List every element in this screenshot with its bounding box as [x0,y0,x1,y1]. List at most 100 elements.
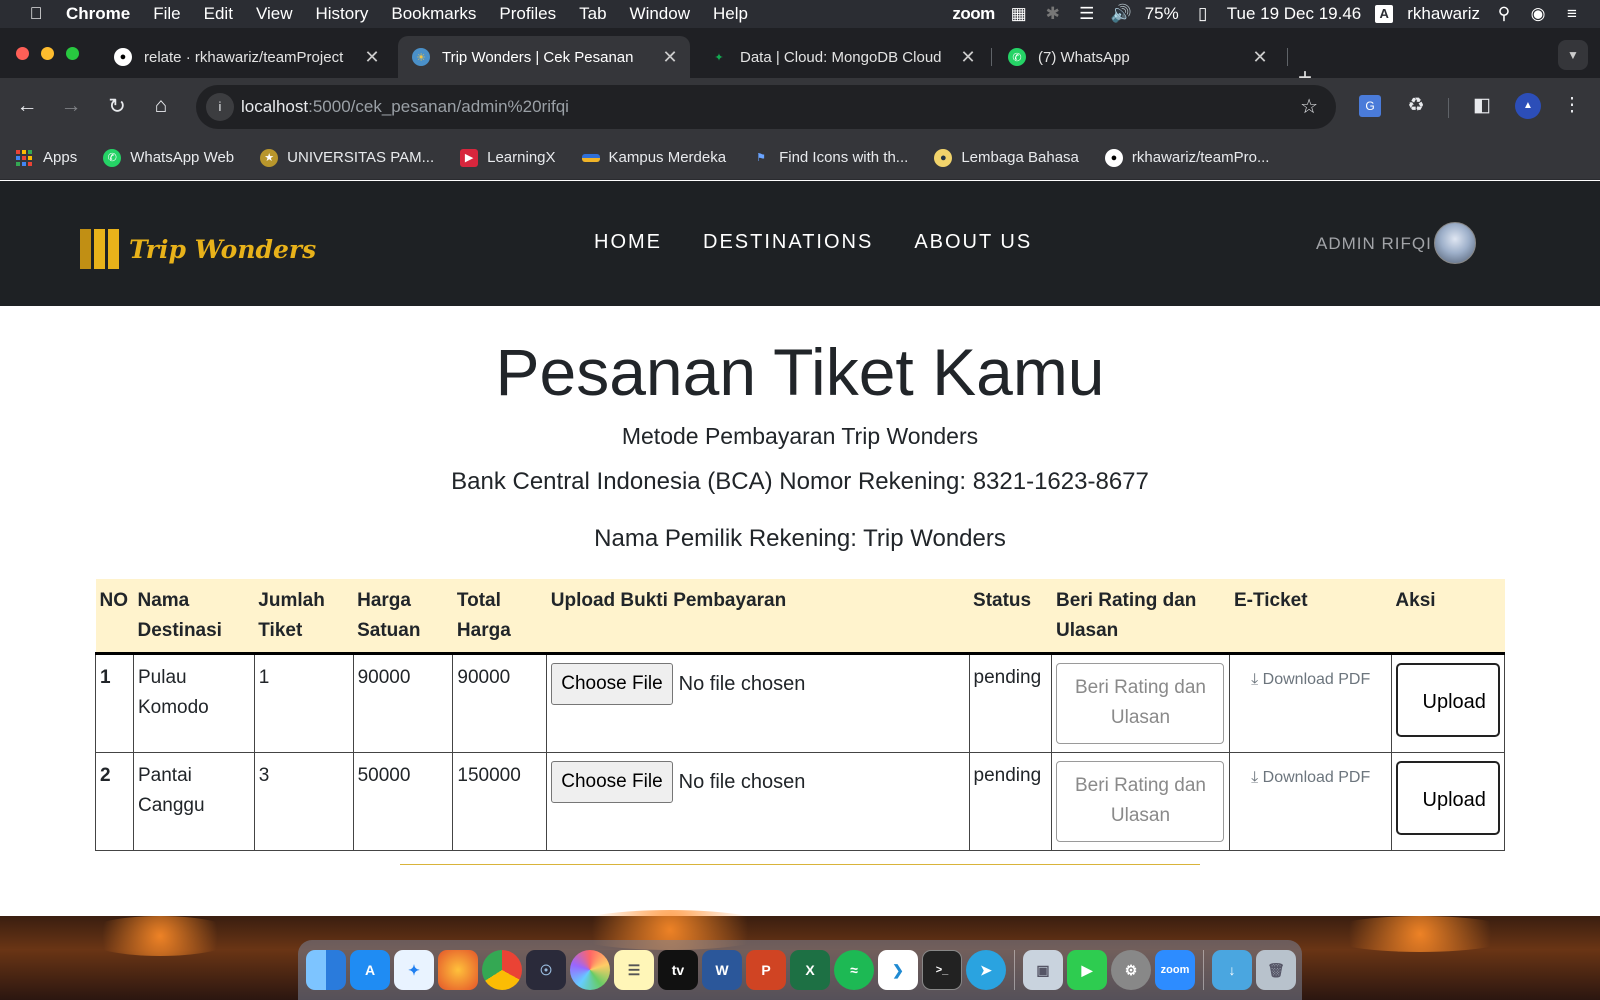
rating-button[interactable]: Beri Rating dan Ulasan [1056,663,1225,744]
menu-app-name[interactable]: Chrome [66,4,130,24]
upload-button[interactable]: Upload [1395,663,1500,737]
bookmark-learningx[interactable]: ▶ LearningX [460,148,556,167]
download-pdf-link[interactable]: ⤓ Download PDF [1234,663,1386,693]
tab-github-relate[interactable]: ● relate · rkhawariz/teamProject ✕ [100,36,392,78]
menu-window[interactable]: Window [630,4,690,24]
bookmark-apps[interactable]: Apps [16,149,77,167]
forward-icon[interactable]: → [58,94,84,118]
nav-home-link[interactable]: HOME [594,231,662,254]
menu-tab[interactable]: Tab [579,4,606,24]
siri-icon[interactable]: ◉ [1528,4,1548,24]
zoom-app-icon[interactable]: zoom [1155,950,1195,990]
close-tab-icon[interactable]: ✕ [358,47,386,68]
minimize-window-button[interactable] [41,47,54,60]
app-store-icon[interactable]: A [350,950,390,990]
input-source-icon[interactable]: A [1375,5,1394,23]
bookmark-star-icon[interactable]: ☆ [1300,94,1318,119]
bluetooth-icon[interactable]: ✱ [1043,4,1063,24]
close-tab-icon[interactable]: ✕ [954,47,982,68]
wifi-icon[interactable]: ☰ [1077,4,1097,24]
col-eticket: E-Ticket [1229,579,1392,655]
side-panel-icon[interactable]: ◧ [1468,94,1496,117]
bookmark-kampus-merdeka[interactable]: Kampus Merdeka [581,149,726,166]
nav-destinations-link[interactable]: DESTINATIONS [703,231,873,254]
zoom-status[interactable]: zoom [952,4,995,24]
downloads-folder-icon[interactable]: ↓ [1212,950,1252,990]
download-label: Download PDF [1262,671,1371,688]
back-icon[interactable]: ← [14,94,40,118]
address-bar[interactable]: i localhost:5000/cek_pesanan/admin%20rif… [196,85,1336,129]
rating-button[interactable]: Beri Rating dan Ulasan [1056,761,1225,842]
bookmark-lembaga-bahasa[interactable]: ● Lembaga Bahasa [934,148,1079,167]
upload-button[interactable]: Upload [1395,761,1500,835]
trash-icon[interactable]: 🗑 [1256,950,1296,990]
cell-rating: Beri Rating dan Ulasan [1051,653,1231,753]
telegram-icon[interactable]: ➤ [966,950,1006,990]
spotify-icon[interactable]: ≈ [834,950,874,990]
chrome-icon[interactable] [482,950,522,990]
close-window-button[interactable] [16,47,29,60]
photos-icon[interactable] [570,950,610,990]
col-status: Status [969,579,1052,655]
translate-icon[interactable]: G [1356,94,1384,117]
reload-icon[interactable]: ↻ [104,94,130,119]
powerpoint-icon[interactable]: P [746,950,786,990]
menu-view[interactable]: View [256,4,293,24]
tab-whatsapp[interactable]: ✆ (7) WhatsApp ✕ [994,36,1280,78]
close-tab-icon[interactable]: ✕ [656,47,684,68]
word-icon[interactable]: W [702,950,742,990]
site-navbar: Trip Wonders HOME DESTINATIONS ABOUT US … [0,181,1600,306]
control-center-icon[interactable]: ≡ [1562,4,1582,24]
apple-icon[interactable]:  [24,4,48,24]
profile-avatar-icon[interactable]: ▲ [1515,93,1541,119]
bookmark-find-icons[interactable]: ⚑ Find Icons with th... [752,149,908,167]
menubar-datetime[interactable]: Tue 19 Dec 19.46 [1227,4,1362,24]
extensions-icon[interactable]: ♻ [1402,94,1430,117]
system-settings-icon[interactable]: ⚙ [1111,950,1151,990]
tab-search-icon[interactable]: ▼ [1558,40,1588,70]
site-logo[interactable]: Trip Wonders [80,229,316,269]
safari-icon[interactable]: ✦ [394,950,434,990]
url-text[interactable]: localhost:5000/cek_pesanan/admin%20rifqi [241,97,569,117]
battery-icon[interactable]: ▯ [1193,4,1213,24]
battery-percent[interactable]: 75% [1145,4,1179,24]
admin-name[interactable]: ADMIN RIFQI [1316,234,1432,254]
terminal-icon[interactable]: >_ [922,950,962,990]
bookmark-whatsapp-web[interactable]: ✆ WhatsApp Web [103,148,234,167]
preview-icon[interactable]: ▣ [1023,950,1063,990]
file-input[interactable]: Choose File No file chosen [551,663,964,705]
launchpad-icon[interactable]: ☉ [526,950,566,990]
vscode-icon[interactable]: ❯ [878,950,918,990]
menu-help[interactable]: Help [713,4,748,24]
menu-profiles[interactable]: Profiles [499,4,556,24]
screen-icon[interactable]: ▦ [1009,4,1029,24]
menu-file[interactable]: File [153,4,180,24]
site-info-icon[interactable]: i [206,93,234,121]
excel-icon[interactable]: X [790,950,830,990]
finder-icon[interactable] [306,950,346,990]
facetime-icon[interactable]: ▶ [1067,950,1107,990]
bookmark-github-teamproject[interactable]: ● rkhawariz/teamPro... [1104,148,1269,167]
menubar-username[interactable]: rkhawariz [1407,4,1480,24]
avatar[interactable] [1434,222,1476,264]
tab-trip-wonders[interactable]: ☀ Trip Wonders | Cek Pesanan ✕ [398,36,690,78]
notes-icon[interactable]: ☰ [614,950,654,990]
file-input[interactable]: Choose File No file chosen [551,761,964,803]
firefox-icon[interactable] [438,950,478,990]
chrome-menu-icon[interactable]: ⋮ [1558,94,1586,117]
volume-icon[interactable]: 🔊 [1111,4,1132,24]
spotlight-icon[interactable]: ⚲ [1494,4,1514,24]
menu-edit[interactable]: Edit [204,4,233,24]
bookmark-universitas[interactable]: ★ UNIVERSITAS PAM... [260,148,434,167]
apple-tv-icon[interactable]: tv [658,950,698,990]
menu-history[interactable]: History [315,4,368,24]
choose-file-button[interactable]: Choose File [551,761,673,803]
menu-bookmarks[interactable]: Bookmarks [391,4,476,24]
home-icon[interactable]: ⌂ [148,94,174,118]
download-pdf-link[interactable]: ⤓ Download PDF [1234,761,1386,791]
fullscreen-window-button[interactable] [66,47,79,60]
nav-about-link[interactable]: ABOUT US [914,231,1032,254]
close-tab-icon[interactable]: ✕ [1246,47,1274,68]
tab-mongodb[interactable]: ✦ Data | Cloud: MongoDB Cloud ✕ [696,36,988,78]
choose-file-button[interactable]: Choose File [551,663,673,705]
